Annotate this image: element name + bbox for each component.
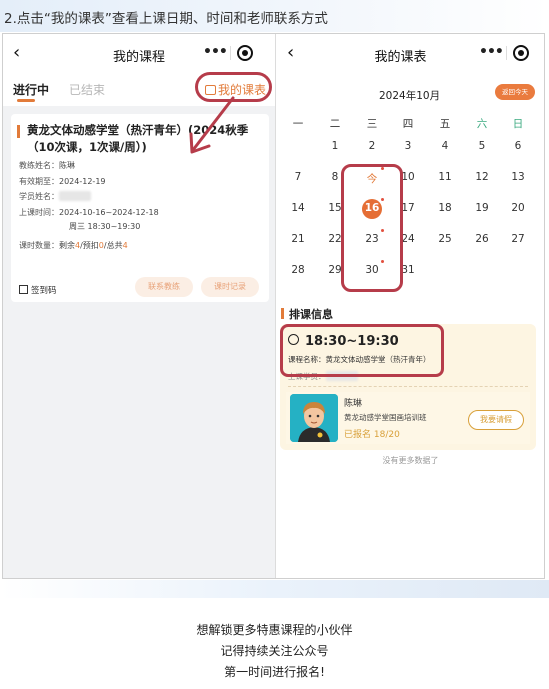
schedule-card: 18:30~19:30 课程名称：黄龙文体动感学堂（热汗青年） 上课学员： 陈琳… xyxy=(280,324,536,450)
weekday-0: 一 xyxy=(292,118,304,130)
teacher-row: 教练姓名：陈琳 xyxy=(19,161,75,170)
my-courses-screen: ‹ 我的课程 ••• 进行中 已结束 我的课表 黄龙文体动感学堂（热汗青年）(2… xyxy=(3,34,276,578)
close-icon[interactable] xyxy=(237,45,253,61)
weekday-5: 六 xyxy=(476,118,488,130)
calendar-day[interactable]: 18 xyxy=(430,202,460,214)
teacher-avatar xyxy=(290,394,338,442)
signin-code[interactable]: 签到码 xyxy=(19,284,57,296)
close-icon[interactable] xyxy=(513,45,529,61)
promo-line-1: 想解锁更多特惠课程的小伙伴 xyxy=(196,623,353,637)
promo-line-2: 记得持续关注公众号 xyxy=(220,644,329,658)
calendar-day[interactable]: 14 xyxy=(283,202,313,214)
weekday-1: 二 xyxy=(329,118,341,130)
calendar-day[interactable]: 7 xyxy=(283,171,313,183)
highlight-wednesday-column xyxy=(341,164,403,292)
blurred-student-name xyxy=(59,191,91,201)
calendar-day[interactable]: 5 xyxy=(467,140,497,152)
weekday-4: 五 xyxy=(439,118,451,130)
promo-line-3: 第一时间进行报名! xyxy=(224,665,325,679)
nav-bar: ‹ 我的课程 ••• xyxy=(3,34,275,74)
calendar-day[interactable]: 11 xyxy=(430,171,460,183)
title-accent-bar xyxy=(17,125,20,138)
calendar-day[interactable]: 28 xyxy=(283,264,313,276)
calendar-day[interactable]: 2 xyxy=(357,140,387,152)
calendar-day[interactable]: 25 xyxy=(430,233,460,245)
calendar-day[interactable]: 20 xyxy=(503,202,533,214)
contact-coach-button[interactable]: 联系教练 xyxy=(135,277,193,297)
calendar-day[interactable]: 13 xyxy=(503,171,533,183)
calendar-day[interactable]: 1 xyxy=(320,140,350,152)
bottom-banner xyxy=(0,580,549,598)
no-more-data: 没有更多数据了 xyxy=(382,456,439,465)
annotation-arrow xyxy=(189,96,235,154)
calendar-day[interactable]: 26 xyxy=(467,233,497,245)
valid-row: 有效期至：2024-12-19 xyxy=(19,177,106,186)
student-row: 学员姓名： xyxy=(19,191,91,202)
divider xyxy=(288,386,528,387)
mini-program-capsule: ••• xyxy=(473,41,537,65)
tab-ongoing[interactable]: 进行中 xyxy=(13,81,49,98)
lesson-record-button[interactable]: 课时记录 xyxy=(201,277,259,297)
time-row: 上课时间：2024-10-16~2024-12-18 xyxy=(19,208,159,217)
back-to-today-button[interactable]: 返回今天 xyxy=(495,84,535,100)
request-leave-button[interactable]: 我要请假 xyxy=(468,410,524,430)
count-row: 课时数量：剩余4/预扣0/总共4 xyxy=(19,241,128,250)
schedule-section-title: 排课信息 xyxy=(281,306,333,322)
highlight-time xyxy=(280,324,444,377)
more-icon[interactable]: ••• xyxy=(479,44,504,60)
calendar-day[interactable]: 3 xyxy=(393,140,423,152)
calendar-day[interactable]: 12 xyxy=(467,171,497,183)
weekday-time: 周三 18:30~19:30 xyxy=(69,222,141,231)
month-label: 2024年10月 xyxy=(379,90,441,102)
weekday-6: 日 xyxy=(512,118,524,130)
calendar-day[interactable]: 27 xyxy=(503,233,533,245)
calendar-day[interactable]: 6 xyxy=(503,140,533,152)
calendar-day[interactable]: 4 xyxy=(430,140,460,152)
weekday-2: 三 xyxy=(366,118,378,130)
signup-count: 已报名 18/20 xyxy=(344,430,400,440)
cartoon-teacher-icon xyxy=(290,394,338,442)
step-heading: 2.点击“我的课表”查看上课日期、时间和老师联系方式 xyxy=(4,11,328,27)
mini-program-capsule: ••• xyxy=(197,41,261,65)
teacher-info: 陈琳 黄龙动感学堂国画培训班 已报名 18/20 我要请假 xyxy=(286,392,530,444)
teacher-org: 黄龙动感学堂国画培训班 xyxy=(344,413,427,422)
nav-bar: ‹ 我的课表 ••• xyxy=(277,34,544,74)
my-schedule-screen: ‹ 我的课表 ••• 2024年10月 返回今天 一二三四五六日 1234567… xyxy=(277,34,544,578)
calendar-day[interactable]: 21 xyxy=(283,233,313,245)
more-icon[interactable]: ••• xyxy=(203,44,228,60)
calendar-day[interactable]: 19 xyxy=(467,202,497,214)
tab-ended[interactable]: 已结束 xyxy=(69,81,105,98)
teacher-name: 陈琳 xyxy=(344,399,363,409)
weekday-3: 四 xyxy=(402,118,414,130)
tab-indicator xyxy=(17,99,35,102)
qr-code-icon xyxy=(19,285,28,294)
